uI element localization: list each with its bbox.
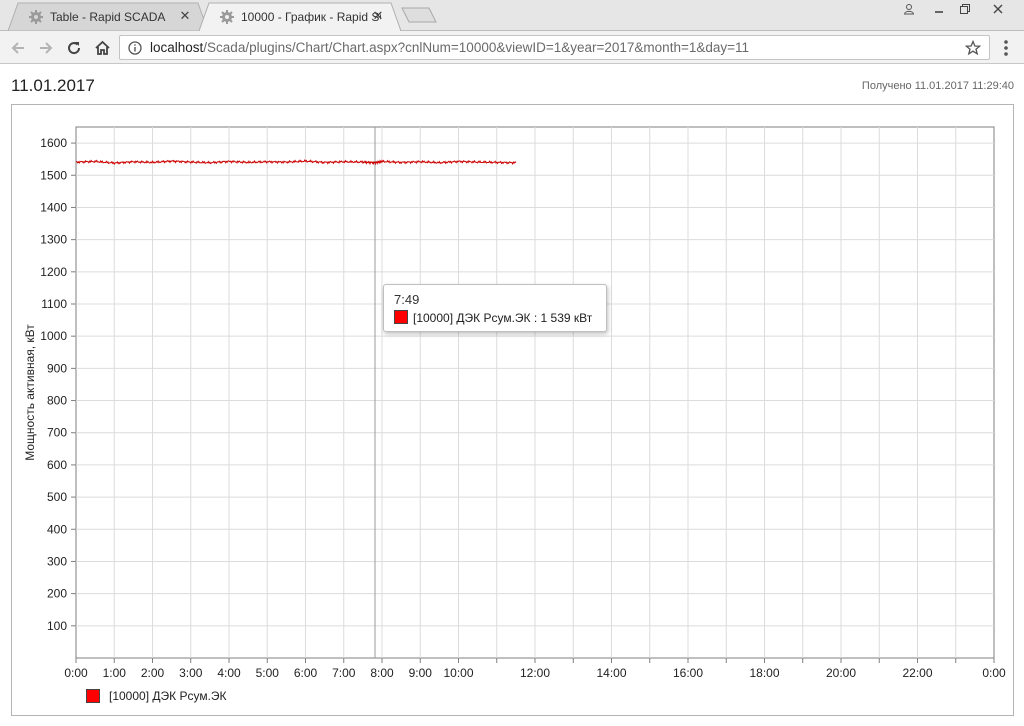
y-tick-label: 900 — [47, 361, 67, 375]
y-tick-label: 1500 — [40, 168, 67, 182]
x-tick-label: 9:00 — [409, 666, 433, 680]
gear-icon — [220, 9, 234, 24]
chart-legend: [10000] ДЭК Рсум.ЭК — [86, 689, 227, 703]
restore-icon[interactable] — [952, 0, 978, 18]
url-text: localhost/Scada/plugins/Chart/Chart.aspx… — [150, 40, 749, 55]
tooltip-swatch — [394, 310, 408, 324]
y-tick-label: 1400 — [40, 200, 67, 214]
address-bar[interactable]: localhost/Scada/plugins/Chart/Chart.aspx… — [119, 35, 990, 60]
y-tick-label: 300 — [47, 554, 67, 568]
reload-button[interactable] — [63, 37, 85, 59]
x-tick-label: 7:00 — [332, 666, 356, 680]
tab-label: Table - Rapid SCADA — [50, 9, 166, 24]
minimize-icon[interactable] — [926, 0, 952, 18]
y-axis-label: Мощность активная, кВт — [23, 324, 37, 461]
info-icon[interactable] — [128, 41, 142, 55]
chart-frame: 100 200 300 400 500 600 700 800 900 1000 1100 1200 1… — [11, 104, 1014, 716]
reload-icon — [68, 42, 81, 55]
x-tick-label: 5:00 — [256, 666, 280, 680]
home-button[interactable] — [91, 37, 113, 59]
x-tick-label: 22:00 — [902, 666, 932, 680]
profile-icon[interactable] — [896, 0, 922, 18]
x-tick-label: 14:00 — [596, 666, 626, 680]
x-tick-label: 12:00 — [520, 666, 550, 680]
x-tick-label: 16:00 — [673, 666, 703, 680]
x-tick-label: 6:00 — [294, 666, 318, 680]
tab-label: 10000 - График - Rapid SCADA — [241, 9, 381, 24]
legend-label: [10000] ДЭК Рсум.ЭК — [109, 689, 227, 703]
tab-table[interactable]: Table - Rapid SCADA ✕ — [8, 2, 208, 31]
chart[interactable]: 100 200 300 400 500 600 700 800 900 1000 1100 1200 1… — [12, 105, 1013, 715]
tooltip-text: [10000] ДЭК Рсум.ЭК : 1 539 кВт — [413, 311, 593, 325]
arrow-right-icon — [40, 42, 53, 54]
url-path: /Scada/plugins/Chart/Chart.aspx?cnlNum=1… — [203, 40, 750, 55]
browser-title-bar: Table - Rapid SCADA ✕ 10000 - График - R… — [0, 0, 1024, 31]
arrow-left-icon — [11, 42, 24, 54]
y-tick-label: 100 — [47, 619, 67, 633]
page-date: 11.01.2017 — [11, 76, 95, 95]
x-tick-label: 8:00 — [370, 666, 394, 680]
chart-tooltip: 7:49 [10000] ДЭК Рсум.ЭК : 1 539 кВт — [383, 284, 607, 332]
home-icon — [94, 40, 110, 55]
y-tick-label: 1000 — [40, 329, 67, 343]
tooltip-unit: кВт — [573, 311, 593, 325]
url-host: localhost — [150, 40, 204, 55]
y-tick-label: 600 — [47, 458, 67, 472]
x-tick-label: 18:00 — [749, 666, 779, 680]
x-tick-label: 2:00 — [141, 666, 165, 680]
close-window-icon[interactable] — [985, 0, 1011, 18]
legend-swatch — [86, 689, 100, 703]
y-tick-label: 700 — [47, 426, 67, 440]
close-tab-icon[interactable]: ✕ — [178, 9, 192, 23]
y-tick-label: 1200 — [40, 265, 67, 279]
forward-button[interactable] — [35, 37, 57, 59]
x-tick-label: 0:00 — [982, 666, 1006, 680]
y-tick-label: 800 — [47, 394, 67, 408]
x-tick-label: 4:00 — [217, 666, 241, 680]
y-tick-label: 400 — [47, 522, 67, 536]
menu-dots-icon[interactable] — [998, 39, 1014, 57]
browser-toolbar: localhost/Scada/plugins/Chart/Chart.aspx… — [0, 31, 1024, 64]
x-tick-label: 3:00 — [179, 666, 203, 680]
x-tick-label: 20:00 — [826, 666, 856, 680]
x-tick-label: 0:00 — [64, 666, 88, 680]
tooltip-series: [10000] ДЭК Рсум.ЭК — [413, 311, 531, 325]
x-tick-label: 10:00 — [443, 666, 473, 680]
y-tick-label: 1300 — [40, 233, 67, 247]
bookmark-star-icon[interactable] — [965, 40, 981, 56]
new-tab-button[interactable] — [401, 7, 437, 23]
close-tab-icon[interactable]: ✕ — [371, 9, 385, 23]
y-tick-label: 1100 — [41, 297, 67, 311]
tooltip-value: 1 539 — [540, 311, 571, 325]
y-tick-label: 500 — [47, 490, 67, 504]
received-timestamp: Получено 11.01.2017 11:29:40 — [861, 80, 1014, 92]
series-line — [75, 159, 517, 166]
x-tick-label: 1:00 — [103, 666, 127, 680]
tab-chart[interactable]: 10000 - График - Rapid SCADA ✕ — [199, 2, 401, 31]
y-tick-label: 1600 — [40, 136, 67, 150]
gear-icon — [29, 9, 43, 24]
y-tick-label: 200 — [47, 587, 67, 601]
tooltip-time: 7:49 — [394, 292, 420, 307]
back-button[interactable] — [7, 37, 29, 59]
